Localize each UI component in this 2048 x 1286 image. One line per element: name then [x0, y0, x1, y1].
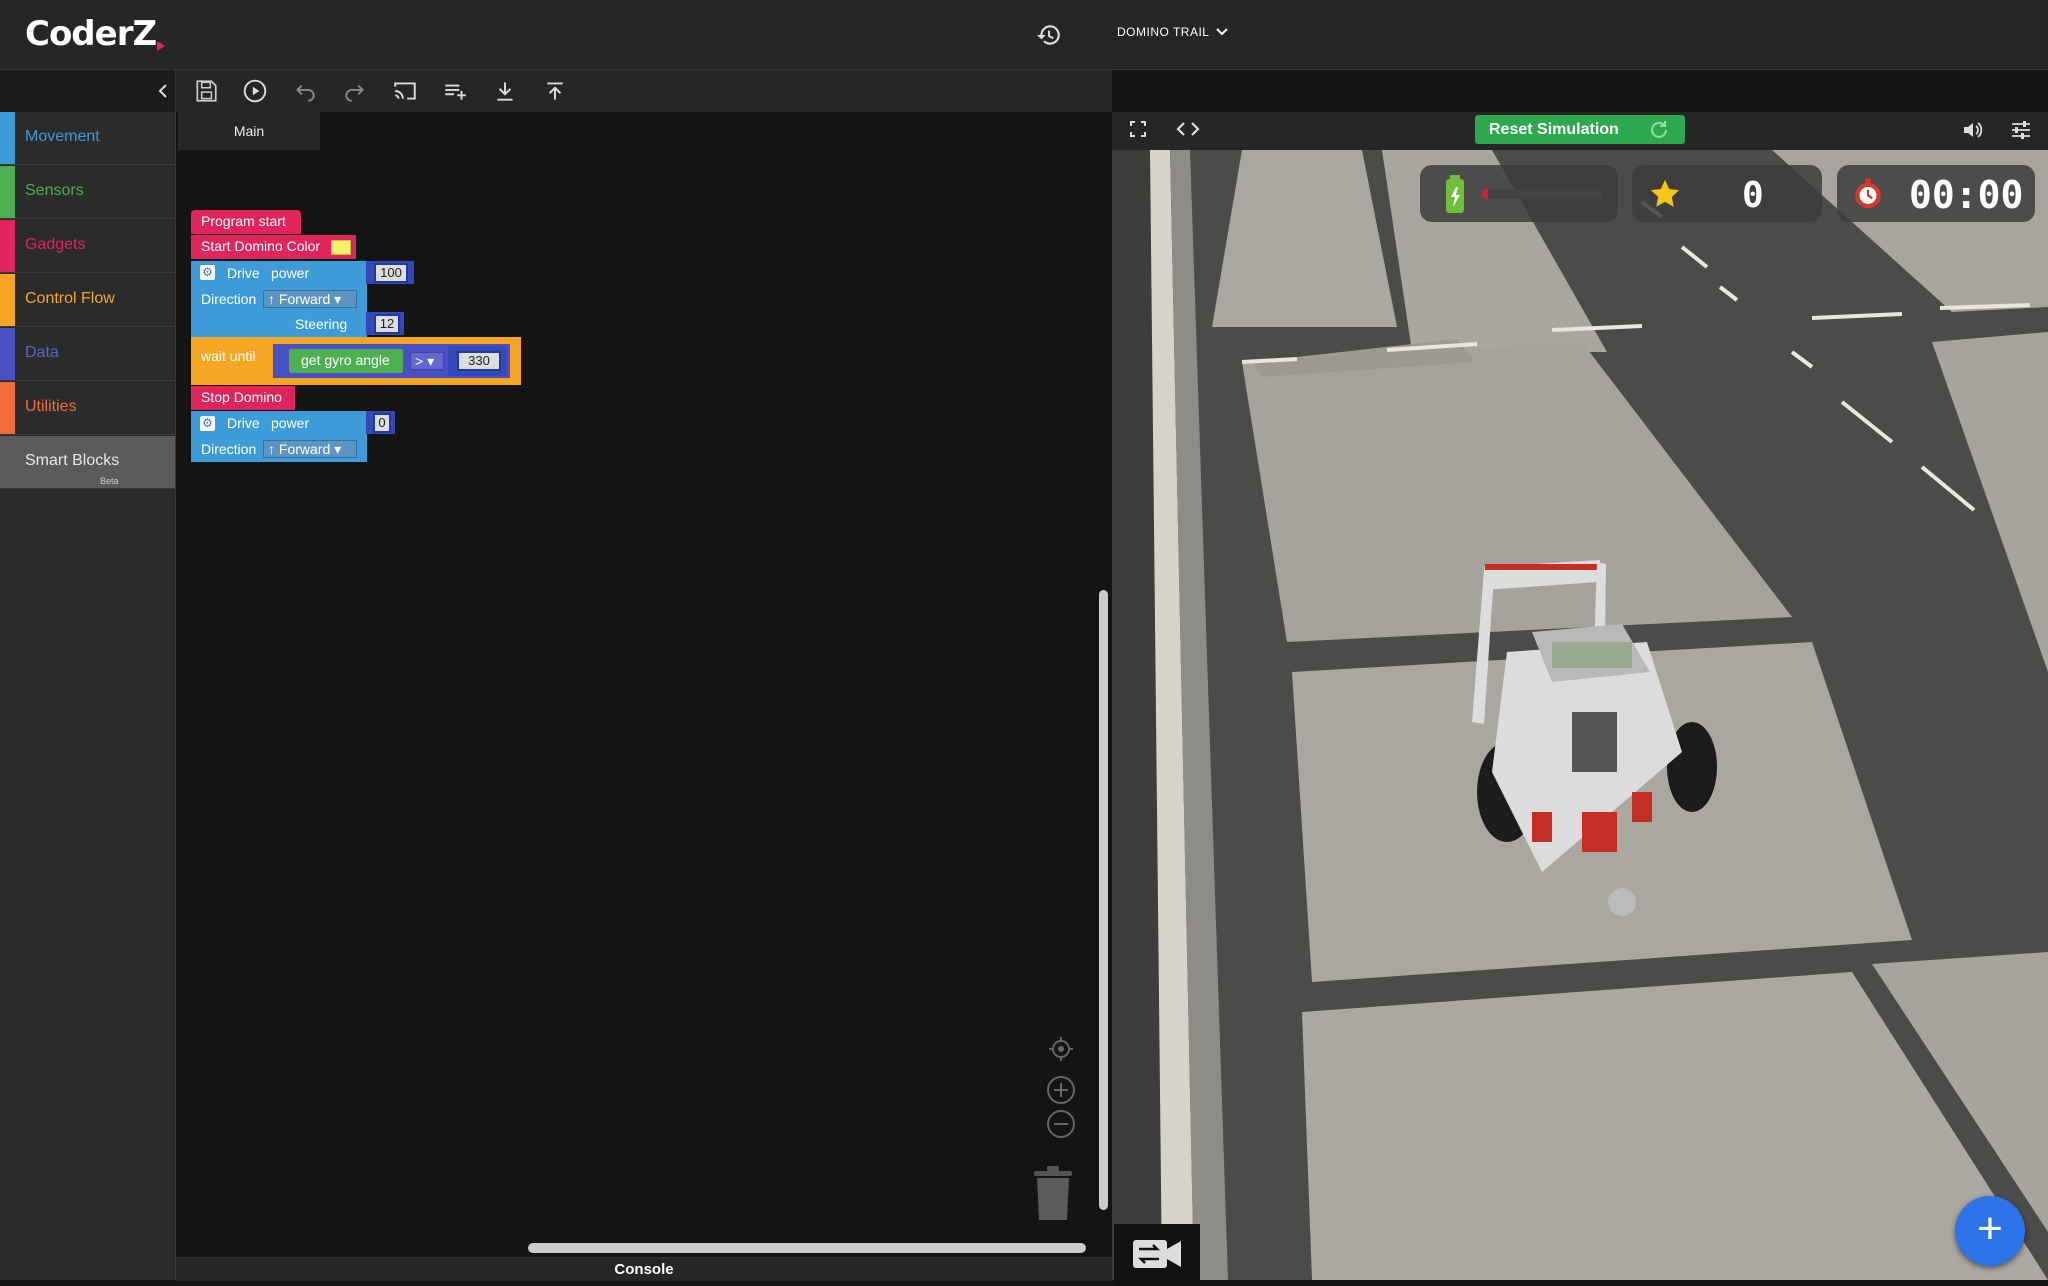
- star-icon: [1650, 179, 1680, 207]
- coderz-logo[interactable]: CoderZ: [25, 14, 166, 54]
- mission-title: DOMINO TRAIL: [1117, 25, 1210, 39]
- chevron-down-icon: [1216, 28, 1229, 36]
- play-icon[interactable]: [242, 78, 268, 104]
- undo-icon[interactable]: [292, 78, 318, 104]
- mission-dropdown[interactable]: DOMINO TRAIL: [1117, 25, 1229, 39]
- category-color-bar: [0, 166, 15, 218]
- block-label: Start Domino Color: [201, 238, 321, 254]
- direction-value: Forward: [278, 291, 331, 307]
- settings-sliders-icon[interactable]: [2010, 119, 2032, 141]
- sidebar-item-label: Movement: [25, 128, 100, 145]
- direction-label: Direction: [201, 291, 257, 307]
- logo-text: CoderZ: [25, 14, 157, 54]
- sidebar-item-label: Smart Blocks: [25, 452, 120, 469]
- category-color-bar: [0, 382, 15, 434]
- fullscreen-icon[interactable]: [1129, 120, 1147, 138]
- sidebar-item-label: Sensors: [25, 182, 84, 199]
- score-hud: 0: [1632, 165, 1822, 222]
- stopwatch-icon: [1855, 178, 1881, 209]
- drive-param-label: power: [271, 415, 310, 431]
- power-value-input[interactable]: 100: [374, 263, 408, 283]
- drive-label: Drive: [227, 415, 260, 431]
- redo-icon[interactable]: [342, 78, 368, 104]
- reset-simulation-button[interactable]: Reset Simulation: [1475, 115, 1685, 144]
- camera-switch-icon: [1133, 1240, 1181, 1268]
- gear-icon[interactable]: ⚙: [200, 265, 215, 280]
- gyro-angle-block[interactable]: get gyro angle: [289, 349, 403, 373]
- chevron-left-icon[interactable]: [156, 82, 170, 100]
- trash-icon[interactable]: [1032, 1165, 1074, 1221]
- block-label: Stop Domino: [201, 389, 282, 405]
- wait-label: wait until: [201, 348, 256, 364]
- category-color-bar: [0, 112, 15, 164]
- program-start-block[interactable]: Program start: [191, 210, 301, 234]
- app-header: [0, 0, 2048, 70]
- operator-dropdown[interactable]: > ▾: [410, 352, 444, 370]
- sidebar-item-label: Utilities: [25, 398, 77, 415]
- sidebar-collapse-area: [0, 70, 176, 113]
- sidebar-item-movement[interactable]: Movement: [0, 112, 175, 165]
- direction-dropdown[interactable]: ↑ Forward ▾: [263, 440, 357, 458]
- stop-domino-block[interactable]: Stop Domino: [191, 386, 295, 410]
- compare-value-input[interactable]: 330: [457, 351, 501, 371]
- horizontal-scrollbar[interactable]: [528, 1243, 1086, 1253]
- sidebar-item-label: Gadgets: [25, 236, 86, 253]
- volume-icon[interactable]: [1961, 119, 1983, 141]
- playlist-add-icon[interactable]: [442, 78, 468, 104]
- beta-badge: Beta: [100, 476, 119, 486]
- start-domino-color-block[interactable]: Start Domino Color: [191, 235, 356, 259]
- sidebar-item-control-flow[interactable]: Control Flow: [0, 274, 175, 327]
- sidebar-item-utilities[interactable]: Utilities: [0, 382, 175, 435]
- operator-value: >: [415, 353, 424, 369]
- plus-icon: +: [1977, 1204, 2003, 1253]
- sidebar-item-data[interactable]: Data: [0, 328, 175, 381]
- sidebar-item-label: Control Flow: [25, 290, 115, 307]
- sidebar-item-label: Data: [25, 344, 59, 361]
- battery-icon: [1446, 175, 1464, 213]
- drive-param-label: power: [271, 265, 310, 281]
- battery-hud: [1420, 165, 1618, 222]
- scene-3d: [1112, 150, 2048, 1280]
- sidebar-item-smart-blocks[interactable]: Smart Blocks Beta: [0, 436, 175, 489]
- steering-value-input[interactable]: 12: [374, 314, 400, 334]
- simulation-viewport[interactable]: [1112, 112, 2048, 1280]
- direction-dropdown[interactable]: ↑ Forward ▾: [263, 290, 357, 308]
- color-swatch[interactable]: [331, 240, 351, 255]
- timer-value: 00:00: [1909, 173, 2024, 217]
- console-label[interactable]: Console: [176, 1261, 1112, 1278]
- add-button[interactable]: +: [1955, 1196, 2025, 1266]
- sidebar-item-gadgets[interactable]: Gadgets: [0, 220, 175, 273]
- locate-icon[interactable]: [1046, 1034, 1076, 1064]
- zoom-in-icon[interactable]: [1046, 1075, 1076, 1105]
- tab-main[interactable]: Main: [178, 112, 320, 150]
- download-icon[interactable]: [492, 78, 518, 104]
- logo-triangle-icon: [157, 41, 166, 51]
- battery-bar: [1482, 189, 1602, 199]
- save-icon[interactable]: [193, 78, 219, 104]
- upload-icon[interactable]: [542, 78, 568, 104]
- reset-label: Reset Simulation: [1489, 121, 1619, 138]
- direction-value: Forward: [278, 441, 331, 457]
- drive-label: Drive: [227, 265, 260, 281]
- steering-label: Steering: [295, 316, 348, 332]
- timer-hud: 00:00: [1837, 165, 2035, 222]
- block-label: Program start: [201, 213, 286, 229]
- sensor-label: get gyro angle: [301, 352, 390, 368]
- power-value-input[interactable]: 0: [373, 413, 391, 433]
- gear-icon[interactable]: ⚙: [200, 416, 215, 431]
- refresh-icon: [1651, 121, 1667, 138]
- sidebar-item-sensors[interactable]: Sensors: [0, 166, 175, 219]
- history-icon[interactable]: [1036, 22, 1062, 48]
- vertical-scrollbar[interactable]: [1099, 590, 1108, 1210]
- direction-label: Direction: [201, 441, 257, 457]
- block-category-sidebar: Movement Sensors Gadgets Control Flow Da…: [0, 112, 176, 1280]
- score-value: 0: [1742, 175, 1764, 216]
- category-color-bar: [0, 220, 15, 272]
- code-icon[interactable]: [1176, 119, 1200, 139]
- category-color-bar: [0, 274, 15, 326]
- camera-switch-button[interactable]: [1114, 1224, 1200, 1286]
- zoom-out-icon[interactable]: [1046, 1109, 1076, 1139]
- cast-icon[interactable]: [392, 78, 418, 104]
- category-color-bar: [0, 328, 15, 380]
